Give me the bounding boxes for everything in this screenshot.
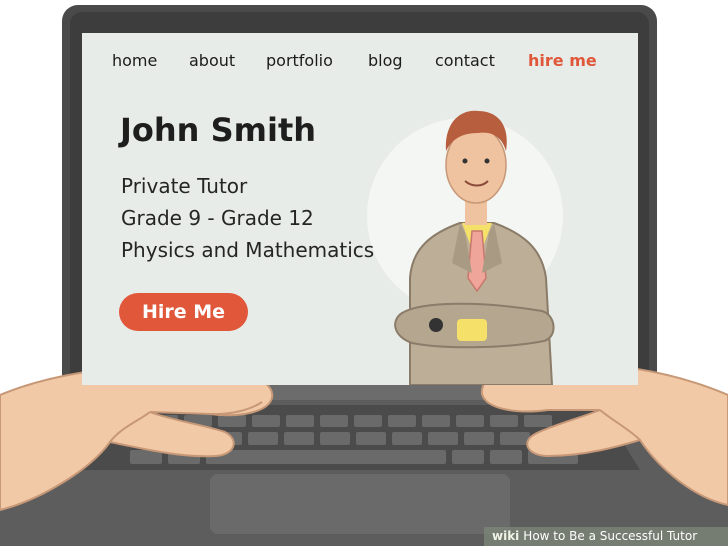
- nav-portfolio[interactable]: portfolio: [266, 51, 333, 70]
- nav-about[interactable]: about: [189, 51, 235, 70]
- nav-home[interactable]: home: [112, 51, 157, 70]
- nav-contact[interactable]: contact: [435, 51, 495, 70]
- nav-hire-me[interactable]: hire me: [528, 51, 597, 70]
- profile-subjects: Physics and Mathematics: [121, 238, 375, 262]
- top-nav: home about portfolio blog contact hire m…: [82, 33, 638, 91]
- trackpad: [210, 474, 510, 534]
- watermark-brand: wiki: [492, 529, 520, 543]
- profile-grades: Grade 9 - Grade 12: [121, 206, 314, 230]
- laptop-screen: home about portfolio blog contact hire m…: [82, 33, 638, 385]
- nav-blog[interactable]: blog: [368, 51, 403, 70]
- page-title: John Smith: [120, 111, 317, 149]
- wikihow-watermark: wiki How to Be a Successful Tutor: [484, 527, 728, 546]
- watermark-title: How to Be a Successful Tutor: [523, 529, 698, 543]
- hire-me-button[interactable]: Hire Me: [119, 293, 248, 331]
- profile-role: Private Tutor: [121, 174, 248, 198]
